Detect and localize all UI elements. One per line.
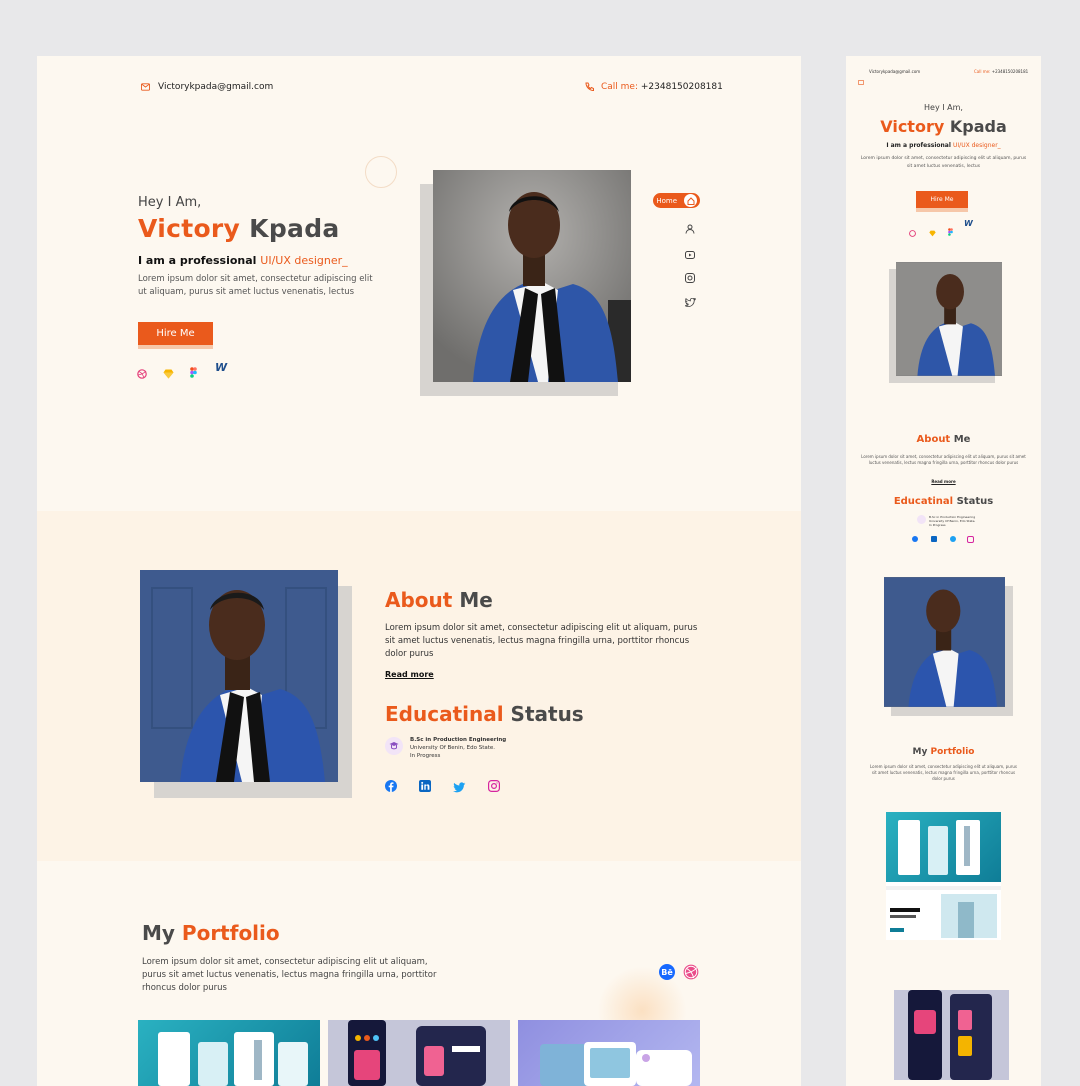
twitter-icon[interactable] [683, 292, 696, 311]
mobile-portfolio-thumb-2[interactable] [886, 882, 1001, 940]
education-status: In Progress [410, 753, 441, 759]
mobile-first-name: Victory [880, 117, 945, 136]
mobile-portfolio-a: My [912, 747, 928, 757]
mobile-call-label: Call me: [974, 69, 991, 74]
mobile-portfolio-thumb-3[interactable] [894, 990, 1009, 1080]
mobile-email[interactable]: Victorykpada@gmail.com [869, 69, 920, 74]
instagram-icon[interactable] [685, 268, 695, 287]
education-title: Educatinal Status [385, 702, 584, 726]
mobile-sketch-icon[interactable] [929, 222, 936, 241]
hero-role: I am a professional UI/UX designer_ [138, 254, 348, 267]
facebook-icon[interactable] [385, 777, 397, 796]
desktop-page-preview: Victorykpada@gmail.com Call me: +2348150… [37, 56, 801, 1086]
mobile-role-prefix: I am a professional [886, 142, 951, 149]
home-icon [684, 194, 697, 207]
education-title-b: Status [510, 702, 584, 726]
mobile-role-highlight: UI/UX designer_ [953, 142, 1001, 149]
dribbble-icon[interactable] [137, 364, 147, 383]
about-title-a: About [385, 588, 453, 612]
mobile-instagram-icon[interactable] [967, 536, 974, 543]
mobile-last-name: Kpada [949, 117, 1007, 136]
education-school: University Of Benin, Edo State. [410, 745, 496, 751]
mobile-graduation-icon [917, 515, 926, 524]
mobile-phone[interactable]: Call me: +2348150208181 [974, 69, 1028, 74]
decorative-circle [365, 156, 397, 188]
dribbble-portfolio-icon[interactable] [683, 964, 699, 984]
hero-photo [433, 170, 631, 382]
read-more-link[interactable]: Read more [385, 670, 434, 679]
mobile-dribbble-icon[interactable] [909, 222, 916, 241]
portfolio-title-a: My [142, 921, 175, 945]
mobile-webflow-icon[interactable]: W [964, 219, 973, 228]
about-title-b: Me [459, 588, 493, 612]
phone-icon [584, 82, 594, 92]
twitter-social-icon[interactable] [453, 778, 466, 797]
home-nav-label: Home [656, 196, 677, 205]
about-title: About Me [385, 588, 493, 612]
education-title-a: Educatinal [385, 702, 504, 726]
instagram-social-icon[interactable] [488, 777, 500, 796]
mail-icon [141, 83, 150, 91]
phone-number: +2348150208181 [640, 82, 723, 92]
user-icon[interactable] [685, 219, 695, 238]
webflow-icon[interactable]: W [215, 361, 227, 374]
sketch-icon[interactable] [163, 364, 174, 383]
portfolio-thumb-2[interactable] [328, 1020, 510, 1086]
mobile-phone-number: +2348150208181 [991, 69, 1029, 74]
email-link[interactable]: Victorykpada@gmail.com [158, 82, 273, 92]
home-nav-button[interactable]: Home [653, 193, 700, 208]
portfolio-title: My Portfolio [142, 921, 280, 945]
phone-link[interactable]: Call me: +2348150208181 [601, 82, 723, 92]
mobile-portfolio-b: Portfolio [930, 747, 975, 757]
mobile-portfolio-title: My Portfolio [846, 747, 1041, 757]
mobile-education-details: B.Sc in Production Engineering Universit… [929, 515, 975, 527]
mobile-facebook-icon[interactable] [912, 536, 918, 542]
hero-greeting: Hey I Am, [138, 195, 202, 210]
mobile-linkedin-icon[interactable] [931, 536, 937, 542]
mobile-about-text: Lorem ipsum dolor sit amet, consectetur … [861, 454, 1026, 465]
behance-icon[interactable]: Bē [659, 964, 675, 980]
graduation-icon [385, 737, 403, 755]
education-degree: B.Sc in Production Engineering [410, 737, 507, 743]
about-photo [140, 570, 338, 782]
hero-name: Victory Kpada [138, 214, 340, 243]
mobile-twitter-icon[interactable] [950, 536, 956, 542]
mobile-description: Lorem ipsum dolor sit amet, consectetur … [860, 156, 1027, 169]
mobile-portfolio-thumb-1[interactable] [886, 812, 1001, 882]
figma-icon[interactable] [190, 363, 197, 382]
portfolio-text: Lorem ipsum dolor sit amet, consectetur … [142, 957, 437, 993]
mobile-page-preview: Victorykpada@gmail.com Call me: +2348150… [846, 56, 1041, 1086]
hero-last-name: Kpada [249, 214, 340, 243]
mobile-hero-photo [896, 262, 1002, 376]
hire-me-button[interactable]: Hire Me [138, 322, 213, 345]
mobile-about-a: About [916, 434, 951, 445]
education-details: B.Sc in Production Engineering Universit… [410, 736, 506, 760]
hero-first-name: Victory [138, 214, 241, 243]
mobile-greeting: Hey I Am, [924, 103, 963, 112]
call-label: Call me: [601, 82, 638, 92]
linkedin-icon[interactable] [419, 777, 431, 796]
mobile-edu-a: Educatinal [893, 496, 954, 507]
hero-description: Lorem ipsum dolor sit amet, consectetur … [138, 274, 373, 297]
mobile-edu-b: Status [956, 496, 994, 507]
hero-role-prefix: I am a professional [138, 254, 257, 267]
mobile-portfolio-text: Lorem ipsum dolor sit amet, consectetur … [870, 764, 1017, 781]
portfolio-title-b: Portfolio [181, 921, 280, 945]
mobile-name: Victory Kpada [846, 117, 1041, 136]
mobile-role: I am a professional UI/UX designer_ [846, 142, 1041, 149]
mobile-read-more[interactable]: Read more [846, 479, 1041, 484]
mobile-hire-me-button[interactable]: Hire Me [916, 191, 968, 208]
mobile-edu-status: In Progress [929, 523, 946, 527]
youtube-icon[interactable] [685, 244, 695, 263]
about-text: Lorem ipsum dolor sit amet, consectetur … [385, 623, 698, 659]
mobile-about-photo [884, 577, 1005, 707]
mobile-about-b: Me [953, 434, 971, 445]
mobile-figma-icon[interactable] [948, 221, 953, 240]
mobile-about-title: About Me [846, 434, 1041, 445]
portfolio-thumb-1[interactable] [138, 1020, 320, 1086]
portfolio-thumb-3[interactable] [518, 1020, 700, 1086]
mobile-education-title: Educatinal Status [846, 496, 1041, 507]
hero-role-highlight: UI/UX designer_ [260, 254, 348, 267]
mobile-mail-icon [858, 70, 864, 89]
